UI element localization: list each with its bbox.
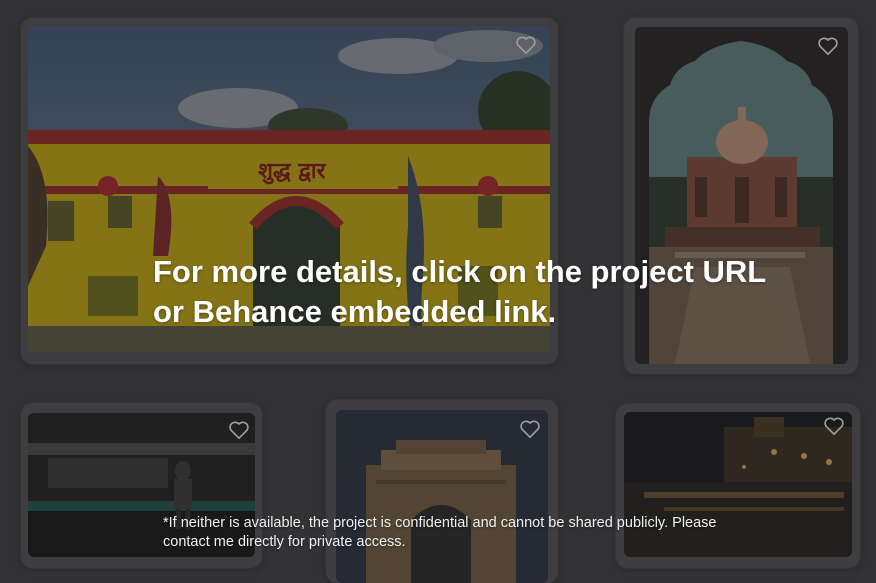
overlay-headline: For more details, click on the project U… <box>153 254 766 329</box>
overlay-note: *If neither is available, the project is… <box>163 515 717 550</box>
